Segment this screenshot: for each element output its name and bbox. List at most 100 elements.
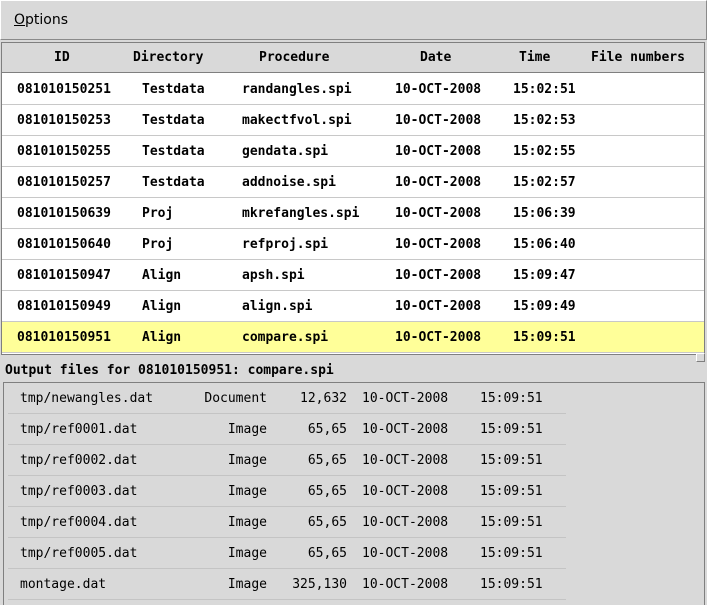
cell-date: 10-OCT-2008 bbox=[395, 113, 482, 128]
cell-file-type: Document bbox=[204, 391, 267, 406]
cell-id: 081010150949 bbox=[17, 299, 111, 314]
cell-date: 10-OCT-2008 bbox=[395, 237, 482, 252]
jobs-table-row[interactable]: 081010150951 Align compare.spi 10-OCT-2008 1… bbox=[2, 322, 704, 353]
output-file-row[interactable]: montage.dat Image 325,130 10-OCT-2008 15:09:… bbox=[8, 569, 566, 600]
jobs-table-row[interactable]: 081010150639 Proj mkrefangles.spi 10-OCT-20… bbox=[2, 198, 704, 229]
cell-time: 15:09:49 bbox=[513, 299, 576, 314]
pane-resize-handle[interactable] bbox=[696, 353, 705, 362]
jobs-table-row[interactable]: 081010150640 Proj refproj.spi 10-OCT-2008 15… bbox=[2, 229, 704, 260]
options-menu-mnemonic: O bbox=[14, 12, 26, 28]
cell-file-name: tmp/ref0001.dat bbox=[20, 422, 138, 437]
cell-file-type: Image bbox=[227, 422, 267, 437]
cell-id: 081010150639 bbox=[17, 206, 111, 221]
cell-file-name: tmp/ref0004.dat bbox=[20, 515, 138, 530]
cell-file-time: 15:09:51 bbox=[480, 577, 543, 592]
cell-file-date: 10-OCT-2008 bbox=[362, 577, 449, 592]
cell-date: 10-OCT-2008 bbox=[395, 268, 482, 283]
cell-time: 15:06:39 bbox=[513, 206, 576, 221]
cell-date: 10-OCT-2008 bbox=[395, 82, 482, 97]
cell-procedure: mkrefangles.spi bbox=[242, 206, 360, 221]
cell-file-name: tmp/ref0005.dat bbox=[20, 546, 138, 561]
cell-date: 10-OCT-2008 bbox=[395, 144, 482, 159]
cell-directory: Align bbox=[142, 268, 182, 283]
cell-file-name: tmp/ref0003.dat bbox=[20, 484, 138, 499]
cell-procedure: compare.spi bbox=[242, 330, 329, 345]
output-file-row[interactable]: tmp/ref0002.dat Image 65,65 10-OCT-2008 15:0… bbox=[8, 445, 566, 476]
cell-file-type: Image bbox=[227, 484, 267, 499]
cell-directory: Align bbox=[142, 330, 182, 345]
cell-file-date: 10-OCT-2008 bbox=[362, 422, 449, 437]
cell-file-date: 10-OCT-2008 bbox=[362, 515, 449, 530]
cell-file-time: 15:09:51 bbox=[480, 515, 543, 530]
cell-file-time: 15:09:51 bbox=[480, 484, 543, 499]
jobs-table-row[interactable]: 081010150949 Align align.spi 10-OCT-2008 15:… bbox=[2, 291, 704, 322]
cell-time: 15:09:51 bbox=[513, 330, 576, 345]
jobs-table-row[interactable]: 081010150251 Testdata randangles.spi 10-OCT… bbox=[2, 74, 704, 105]
cell-id: 081010150255 bbox=[17, 144, 111, 159]
cell-file-size: 65,65 bbox=[307, 515, 347, 530]
cell-id: 081010150251 bbox=[17, 82, 111, 97]
cell-file-size: 12,632 bbox=[300, 391, 347, 406]
cell-directory: Testdata bbox=[142, 113, 205, 128]
jobs-table-row[interactable]: 081010150253 Testdata makectfvol.spi 10-OCT… bbox=[2, 105, 704, 136]
cell-time: 15:06:40 bbox=[513, 237, 576, 252]
menu-bar: Options bbox=[0, 0, 707, 40]
cell-file-date: 10-OCT-2008 bbox=[362, 546, 449, 561]
cell-procedure: makectfvol.spi bbox=[242, 113, 352, 128]
jobs-table-row[interactable]: 081010150255 Testdata gendata.spi 10-OCT-20… bbox=[2, 136, 704, 167]
cell-file-date: 10-OCT-2008 bbox=[362, 391, 449, 406]
jobs-table: ID Directory Procedure Date Time File nu… bbox=[1, 42, 705, 355]
cell-date: 10-OCT-2008 bbox=[395, 175, 482, 190]
cell-id: 081010150947 bbox=[17, 268, 111, 283]
cell-directory: Testdata bbox=[142, 144, 205, 159]
column-header-file-numbers[interactable]: File numbers bbox=[591, 50, 685, 65]
column-header-id[interactable]: ID bbox=[54, 50, 70, 65]
cell-file-date: 10-OCT-2008 bbox=[362, 484, 449, 499]
jobs-table-row[interactable]: 081010150257 Testdata addnoise.spi 10-OCT-2… bbox=[2, 167, 704, 198]
cell-procedure: randangles.spi bbox=[242, 82, 352, 97]
cell-file-name: tmp/ref0002.dat bbox=[20, 453, 138, 468]
cell-procedure: refproj.spi bbox=[242, 237, 329, 252]
jobs-table-row[interactable]: 081010150947 Align apsh.spi 10-OCT-2008 15:0… bbox=[2, 260, 704, 291]
output-file-row[interactable]: tmp/ref0001.dat Image 65,65 10-OCT-2008 15:0… bbox=[8, 414, 566, 445]
cell-file-size: 65,65 bbox=[307, 546, 347, 561]
output-files-title: Output files for 081010150951: compare.s… bbox=[5, 363, 334, 378]
output-file-row[interactable]: tmp/ref0004.dat Image 65,65 10-OCT-2008 15:0… bbox=[8, 507, 566, 538]
column-header-directory[interactable]: Directory bbox=[133, 50, 203, 65]
cell-procedure: apsh.spi bbox=[242, 268, 305, 283]
output-file-row[interactable]: tmp/ref0003.dat Image 65,65 10-OCT-2008 15:0… bbox=[8, 476, 566, 507]
cell-procedure: align.spi bbox=[242, 299, 313, 314]
output-files-table: tmp/newangles.dat Document 12,632 10-OCT-20… bbox=[3, 382, 705, 605]
cell-date: 10-OCT-2008 bbox=[395, 330, 482, 345]
cell-file-size: 65,65 bbox=[307, 453, 347, 468]
cell-time: 15:02:57 bbox=[513, 175, 576, 190]
cell-file-time: 15:09:51 bbox=[480, 422, 543, 437]
output-file-row[interactable]: tmp/newangles.dat Document 12,632 10-OCT-20… bbox=[8, 383, 566, 414]
cell-time: 15:02:51 bbox=[513, 82, 576, 97]
cell-id: 081010150640 bbox=[17, 237, 111, 252]
cell-time: 15:02:53 bbox=[513, 113, 576, 128]
cell-directory: Testdata bbox=[142, 175, 205, 190]
cell-file-name: tmp/newangles.dat bbox=[20, 391, 154, 406]
cell-directory: Testdata bbox=[142, 82, 205, 97]
cell-directory: Proj bbox=[142, 237, 174, 252]
cell-date: 10-OCT-2008 bbox=[395, 206, 482, 221]
cell-file-time: 15:09:51 bbox=[480, 453, 543, 468]
cell-directory: Align bbox=[142, 299, 182, 314]
cell-file-type: Image bbox=[227, 546, 267, 561]
options-menu[interactable]: Options bbox=[14, 12, 68, 28]
cell-file-size: 65,65 bbox=[307, 422, 347, 437]
column-header-date[interactable]: Date bbox=[420, 50, 451, 65]
output-file-row[interactable]: tmp/ref0005.dat Image 65,65 10-OCT-2008 15:0… bbox=[8, 538, 566, 569]
cell-id: 081010150951 bbox=[17, 330, 111, 345]
column-header-time[interactable]: Time bbox=[519, 50, 550, 65]
cell-file-size: 325,130 bbox=[292, 577, 347, 592]
cell-file-date: 10-OCT-2008 bbox=[362, 453, 449, 468]
cell-procedure: addnoise.spi bbox=[242, 175, 336, 190]
cell-time: 15:02:55 bbox=[513, 144, 576, 159]
cell-file-time: 15:09:51 bbox=[480, 546, 543, 561]
column-header-procedure[interactable]: Procedure bbox=[259, 50, 329, 65]
cell-id: 081010150257 bbox=[17, 175, 111, 190]
cell-file-size: 65,65 bbox=[307, 484, 347, 499]
cell-time: 15:09:47 bbox=[513, 268, 576, 283]
